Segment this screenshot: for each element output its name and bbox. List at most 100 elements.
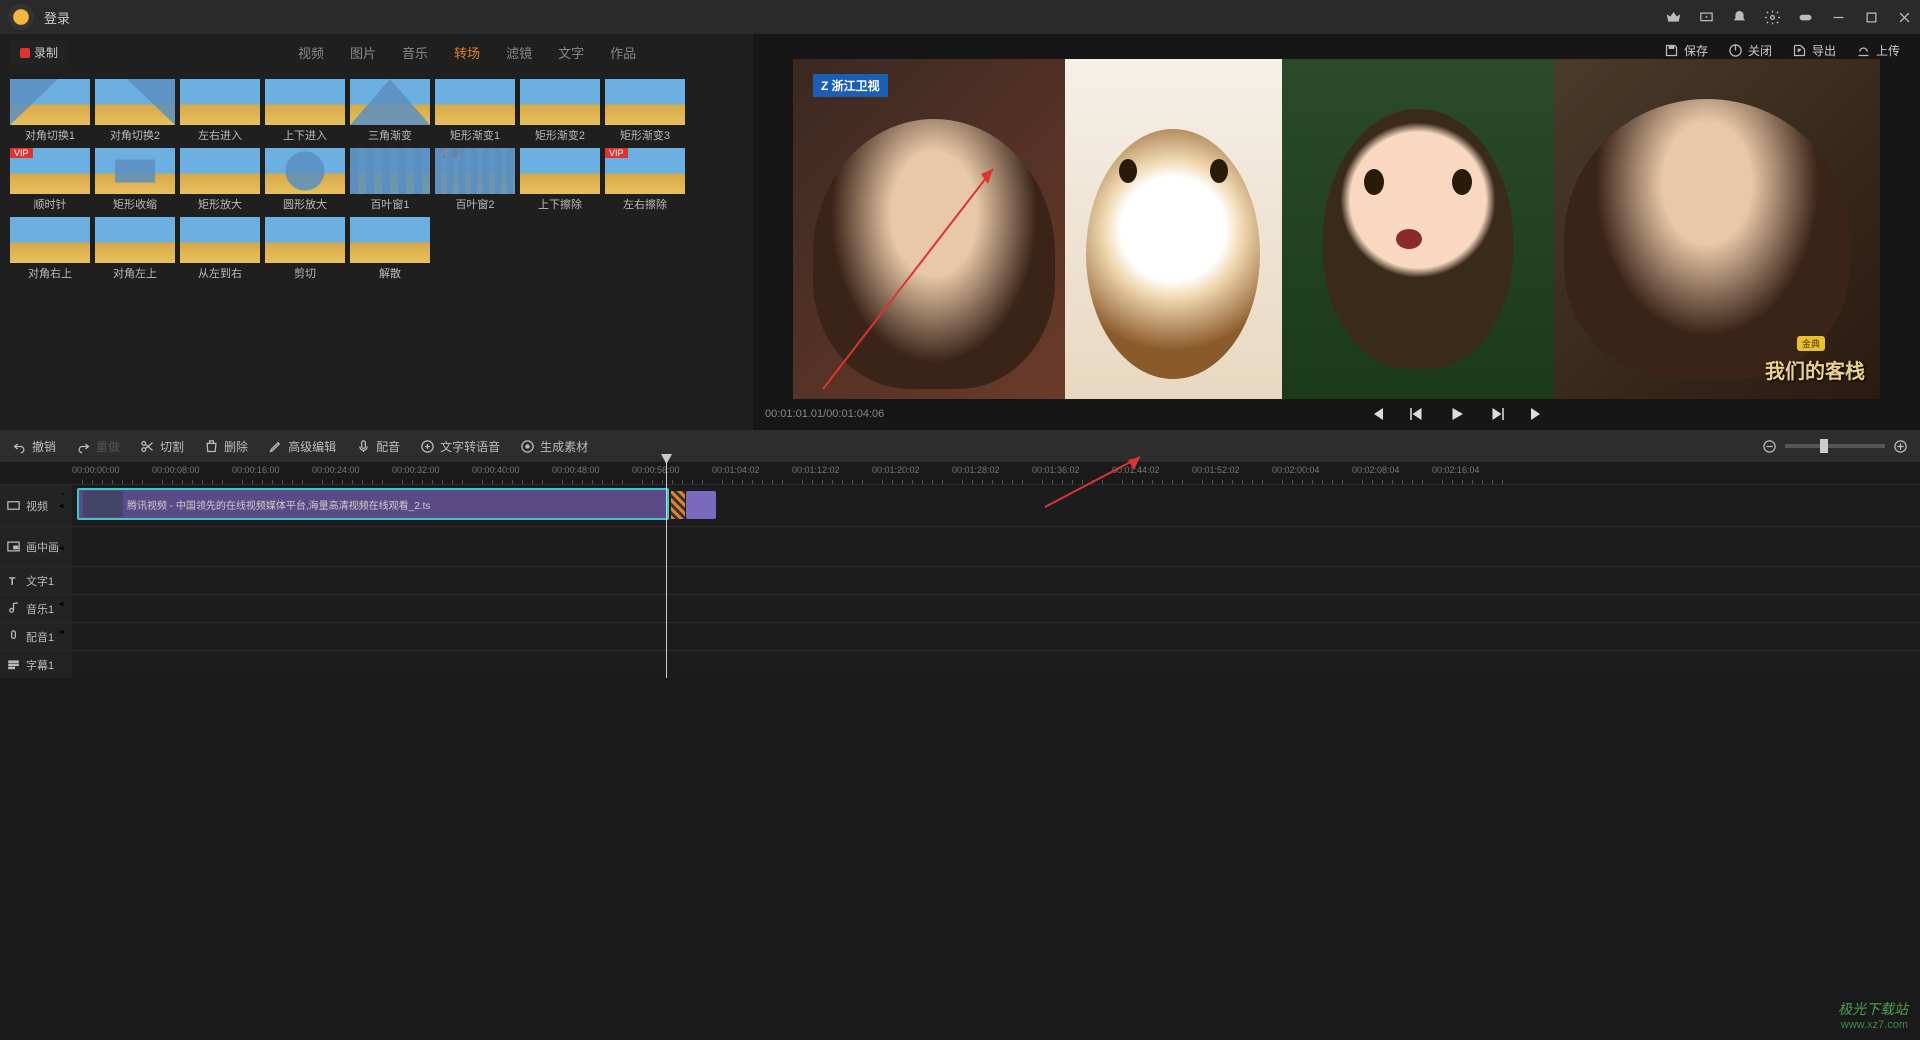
transition-item[interactable]: 矩形渐变1 (435, 79, 515, 143)
speaker-icon[interactable] (58, 501, 68, 511)
transition-item[interactable]: VIP左右擦除 (605, 148, 685, 212)
transition-item[interactable]: 从左到右 (180, 217, 260, 281)
transition-label: 左右进入 (180, 127, 260, 143)
speaker-icon[interactable] (58, 543, 68, 553)
play-button[interactable] (1448, 405, 1466, 423)
transition-item[interactable]: 矩形渐变3 (605, 79, 685, 143)
upload-button[interactable]: 上传 (1856, 42, 1900, 59)
transition-item[interactable]: 解散 (350, 217, 430, 281)
trash-icon (204, 439, 219, 454)
transition-label: 上下擦除 (520, 196, 600, 212)
tab-视频[interactable]: 视频 (298, 43, 324, 62)
transition-item[interactable]: 对角切换1 (10, 79, 90, 143)
clip-title: 腾讯视频 - 中国领先的在线视频媒体平台,海量高清视频在线观看_2.ts (127, 497, 430, 512)
gear-icon[interactable] (1765, 10, 1780, 25)
transition-label: 从左到右 (180, 265, 260, 281)
transition-label: 三角渐变 (350, 127, 430, 143)
close-icon[interactable] (1897, 10, 1912, 25)
transition-item[interactable]: 左右进入 (180, 79, 260, 143)
transition-item[interactable]: 对角右上 (10, 217, 90, 281)
screen-icon[interactable] (1699, 10, 1714, 25)
export-button[interactable]: 导出 (1792, 42, 1836, 59)
undo-icon (12, 439, 27, 454)
tab-转场[interactable]: 转场 (454, 43, 480, 62)
transition-item[interactable]: VIP百叶窗2 (435, 148, 515, 212)
next-frame-button[interactable] (1488, 405, 1506, 423)
svg-text:T: T (9, 576, 15, 587)
transition-clip[interactable] (671, 491, 685, 519)
tab-图片[interactable]: 图片 (350, 43, 376, 62)
delete-button[interactable]: 删除 (204, 438, 248, 455)
transition-item[interactable]: 对角左上 (95, 217, 175, 281)
transition-label: 矩形收缩 (95, 196, 175, 212)
generate-button[interactable]: 生成素材 (520, 438, 588, 455)
tts-button[interactable]: 文字转语音 (420, 438, 500, 455)
transition-item[interactable]: 矩形收缩 (95, 148, 175, 212)
transition-item[interactable]: 矩形放大 (180, 148, 260, 212)
track-head-pip: 画中画 (0, 527, 72, 566)
minimize-icon[interactable] (1831, 10, 1846, 25)
timeline-ruler[interactable]: 00:00:00:0000:00:08:0000:00:16:0000:00:2… (72, 462, 1920, 484)
prev-frame-button[interactable] (1408, 405, 1426, 423)
music-track-icon (6, 601, 21, 616)
transition-label: 矩形渐变1 (435, 127, 515, 143)
controller-icon[interactable] (1798, 10, 1813, 25)
zoom-in-button[interactable] (1893, 439, 1908, 454)
redo-icon (76, 439, 91, 454)
voice-track-icon (6, 629, 21, 644)
transition-item[interactable]: 百叶窗1 (350, 148, 430, 212)
record-label: 录制 (34, 44, 58, 61)
cut-button[interactable]: 切割 (140, 438, 184, 455)
save-button[interactable]: 保存 (1664, 42, 1708, 59)
close-project-button[interactable]: 关闭 (1728, 42, 1772, 59)
bell-icon[interactable] (1732, 10, 1747, 25)
maximize-icon[interactable] (1864, 10, 1879, 25)
tab-滤镜[interactable]: 滤镜 (506, 43, 532, 62)
redo-button[interactable]: 重做 (76, 438, 120, 455)
transition-label: 左右擦除 (605, 196, 685, 212)
dub-button[interactable]: 配音 (356, 438, 400, 455)
zoom-out-button[interactable] (1762, 439, 1777, 454)
record-dot-icon (20, 48, 30, 58)
tab-文字[interactable]: 文字 (558, 43, 584, 62)
transition-item[interactable]: 剪切 (265, 217, 345, 281)
track-head-text: T文字1 (0, 567, 72, 594)
transition-label: 解散 (350, 265, 430, 281)
tab-作品[interactable]: 作品 (610, 43, 636, 62)
eye-icon[interactable] (58, 571, 68, 581)
eye-icon[interactable] (58, 489, 68, 499)
transition-item[interactable]: 圆形放大 (265, 148, 345, 212)
transition-item[interactable]: 上下进入 (265, 79, 345, 143)
tab-音乐[interactable]: 音乐 (402, 43, 428, 62)
transition-item[interactable]: 矩形渐变2 (520, 79, 600, 143)
login-link[interactable]: 登录 (44, 8, 70, 27)
speaker-icon[interactable] (58, 599, 68, 609)
playhead[interactable] (666, 462, 667, 678)
crown-icon[interactable] (1666, 10, 1681, 25)
track-head-subtitle: 字幕1 (0, 651, 72, 678)
record-button[interactable]: 录制 (10, 40, 68, 65)
undo-button[interactable]: 撤销 (12, 438, 56, 455)
transition-item[interactable]: 三角渐变 (350, 79, 430, 143)
text-track-icon: T (6, 573, 21, 588)
app-logo (8, 4, 34, 30)
watermark: 极光下载站 www.xz7.com (1838, 1000, 1908, 1032)
advanced-edit-button[interactable]: 高级编辑 (268, 438, 336, 455)
transition-item[interactable]: 上下擦除 (520, 148, 600, 212)
transition-label: 百叶窗1 (350, 196, 430, 212)
transition-label: 矩形渐变3 (605, 127, 685, 143)
zoom-slider[interactable] (1785, 444, 1885, 448)
gen-icon (520, 439, 535, 454)
scissors-icon (140, 439, 155, 454)
speaker-icon[interactable] (58, 627, 68, 637)
video-clip[interactable]: 腾讯视频 - 中国领先的在线视频媒体平台,海量高清视频在线观看_2.ts (77, 488, 669, 520)
eye-icon[interactable] (58, 531, 68, 541)
video-clip-2[interactable] (686, 491, 716, 519)
transition-label: 圆形放大 (265, 196, 345, 212)
goto-end-button[interactable] (1528, 405, 1546, 423)
eye-icon[interactable] (58, 655, 68, 665)
video-track-icon (6, 498, 21, 513)
goto-start-button[interactable] (1368, 405, 1386, 423)
transition-item[interactable]: 对角切换2 (95, 79, 175, 143)
transition-item[interactable]: VIP顺时针 (10, 148, 90, 212)
